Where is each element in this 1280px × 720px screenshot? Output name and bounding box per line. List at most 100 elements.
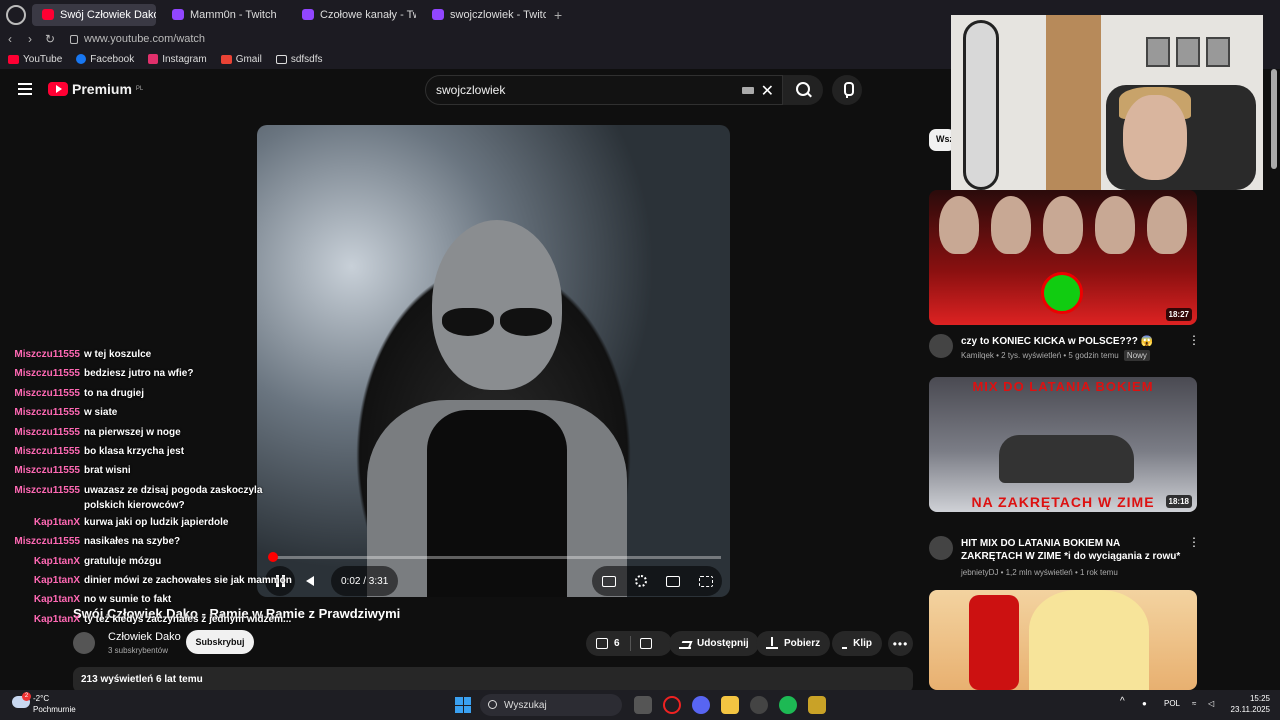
url-field[interactable]: www.youtube.com/watch (70, 33, 205, 45)
chat-text: to na drugiej (84, 387, 144, 399)
more-actions-button[interactable]: ••• (888, 631, 913, 656)
chat-message: Kap1tanX no w sumie to fakt (8, 590, 318, 609)
tray-chevron-icon[interactable]: ^ (1120, 696, 1125, 707)
search-input[interactable]: swojczlowiek ✕ (425, 75, 783, 105)
recommendation-channel[interactable]: jebnietyDJ (961, 568, 998, 577)
file-explorer-icon[interactable] (721, 696, 739, 714)
clip-button[interactable]: Klip (832, 631, 882, 656)
chat-username[interactable]: Kap1tanX (8, 590, 80, 609)
channel-avatar[interactable] (73, 632, 95, 654)
chat-text: na pierwszej w noge (84, 426, 181, 438)
download-label: Pobierz (784, 638, 821, 649)
chat-username[interactable]: Kap1tanX (8, 552, 80, 571)
forward-icon[interactable]: › (20, 32, 40, 46)
discord-icon[interactable] (692, 696, 710, 714)
theater-mode-icon[interactable] (665, 575, 680, 587)
back-icon[interactable]: ‹ (0, 32, 20, 46)
steam-icon[interactable] (750, 696, 768, 714)
video-duration: 18:18 (1165, 495, 1192, 508)
anime-character-image (1029, 590, 1149, 690)
channel-avatar[interactable] (929, 334, 953, 358)
close-icon[interactable]: ✕ (761, 81, 774, 101)
like-button[interactable]: 6 (586, 631, 672, 656)
bookmark-youtube[interactable]: YouTube (8, 54, 62, 65)
chat-username[interactable]: Miszczu11555 (8, 442, 80, 461)
download-button[interactable]: Pobierz (756, 631, 831, 656)
app-icon[interactable] (808, 696, 826, 714)
volume-tray-icon[interactable]: ◁ (1208, 699, 1214, 708)
thumbnail-text-bottom: NA ZAKRĘTACH W ZIME (971, 494, 1155, 510)
tab-youtube[interactable]: Swój Człowiek Dako (32, 3, 156, 26)
spotify-icon[interactable] (779, 696, 797, 714)
more-vertical-icon[interactable]: ⋮ (1188, 334, 1200, 346)
thumbnail-text-top: MIX DO LATANIA BOKIEM (972, 379, 1154, 394)
windows-taskbar: 2 -2°C Pochmurnie Wyszukaj ^ ● POL ≈ ◁ 1… (0, 690, 1280, 720)
search-button[interactable] (783, 75, 823, 105)
taskbar-search-input[interactable]: Wyszukaj (480, 694, 622, 716)
youtube-logo[interactable]: Premium PL (48, 81, 143, 97)
tab-czolowe[interactable]: Czołowe kanały - Twitch (292, 4, 416, 26)
chat-username[interactable]: Miszczu11555 (8, 345, 80, 364)
chat-username[interactable]: Miszczu11555 (8, 384, 80, 403)
chat-username[interactable]: Miszczu11555 (8, 461, 80, 480)
page-scrollbar[interactable] (1271, 69, 1277, 169)
windows-start-icon[interactable] (455, 697, 471, 713)
hamburger-menu-icon[interactable] (18, 83, 32, 95)
video-frame-person (367, 220, 627, 597)
channel-name[interactable]: Człowiek Dako (108, 631, 181, 643)
task-view-icon[interactable] (634, 696, 652, 714)
subtitles-icon[interactable] (601, 575, 616, 587)
fullscreen-icon[interactable] (698, 575, 713, 587)
recommendation-thumbnail[interactable] (929, 590, 1197, 690)
youtube-play-icon (48, 82, 68, 96)
clock-time[interactable]: 15:25 (1238, 694, 1270, 703)
new-badge: Nowy (1123, 350, 1150, 361)
keyboard-icon[interactable] (742, 87, 754, 94)
time-display: 0:02 / 3:31 (331, 566, 399, 596)
chat-username[interactable]: Miszczu11555 (8, 532, 80, 551)
youtube-icon (42, 9, 54, 20)
microphone-tray-icon[interactable]: ● (1142, 699, 1147, 708)
tab-label: Swój Człowiek Dako (60, 8, 156, 21)
chat-username[interactable]: Miszczu11555 (8, 403, 80, 422)
chat-username[interactable]: Kap1tanX (8, 571, 80, 590)
chat-username[interactable]: Miszczu11555 (8, 423, 80, 442)
progress-bar[interactable] (268, 552, 721, 562)
bookmark-folder[interactable]: sdfsdfs (275, 54, 323, 65)
language-indicator[interactable]: POL (1164, 699, 1180, 708)
reload-icon[interactable]: ↻ (40, 32, 60, 46)
opera-icon[interactable] (663, 696, 681, 714)
share-button[interactable]: Udostępnij (669, 631, 759, 656)
wifi-icon[interactable]: ≈ (1192, 699, 1196, 708)
recommendation-thumbnail[interactable]: 18:27 (929, 190, 1197, 325)
chat-username[interactable]: Kap1tanX (8, 513, 80, 532)
new-tab-button[interactable]: + (554, 7, 562, 23)
chat-username[interactable]: Miszczu11555 (8, 481, 80, 513)
more-vertical-icon[interactable]: ⋮ (1188, 536, 1200, 548)
subscriber-count: 3 subskrybentów (108, 646, 169, 655)
beer-can-image (969, 595, 1019, 690)
video-player[interactable]: 0:02 / 3:31 (257, 125, 730, 597)
clock-date[interactable]: 23.11.2025 (1226, 705, 1270, 714)
bookmark-label: Facebook (90, 53, 135, 65)
recommendation-channel[interactable]: Kamilqek (961, 351, 994, 360)
tab-swojczlowiek[interactable]: swojczlowiek - Twitch (422, 4, 546, 26)
settings-gear-icon[interactable] (634, 575, 647, 587)
recommendation-thumbnail[interactable]: MIX DO LATANIA BOKIEM NA ZAKRĘTACH W ZIM… (929, 377, 1197, 512)
tab-mamm0n[interactable]: Mamm0n - Twitch (162, 4, 286, 26)
browser-logo-icon[interactable] (6, 4, 26, 25)
channel-avatar[interactable] (929, 536, 953, 560)
bookmark-facebook[interactable]: Facebook (76, 54, 134, 65)
bookmark-gmail[interactable]: Gmail (220, 53, 262, 65)
bookmark-label: Gmail (235, 53, 262, 65)
recommendation-title[interactable]: HIT MIX DO LATANIA BOKIEM NA ZAKRĘTACH W… (961, 537, 1181, 563)
thumbs-down-icon[interactable] (639, 638, 652, 649)
recommendation-title[interactable]: czy to KONIEC KICKA w POLSCE??? 😱 (961, 335, 1181, 348)
chat-message: Kap1tanX ty też kiedyś zaczynałeś z jedny… (8, 610, 318, 629)
tab-label: swojczlowiek - Twitch (450, 8, 546, 21)
chat-username[interactable]: Miszczu11555 (8, 364, 80, 383)
subscribe-button[interactable]: Subskrybuj (186, 630, 254, 654)
microphone-icon[interactable] (832, 75, 862, 105)
chat-username[interactable]: Kap1tanX (8, 610, 80, 629)
bookmark-instagram[interactable]: Instagram (148, 54, 207, 65)
